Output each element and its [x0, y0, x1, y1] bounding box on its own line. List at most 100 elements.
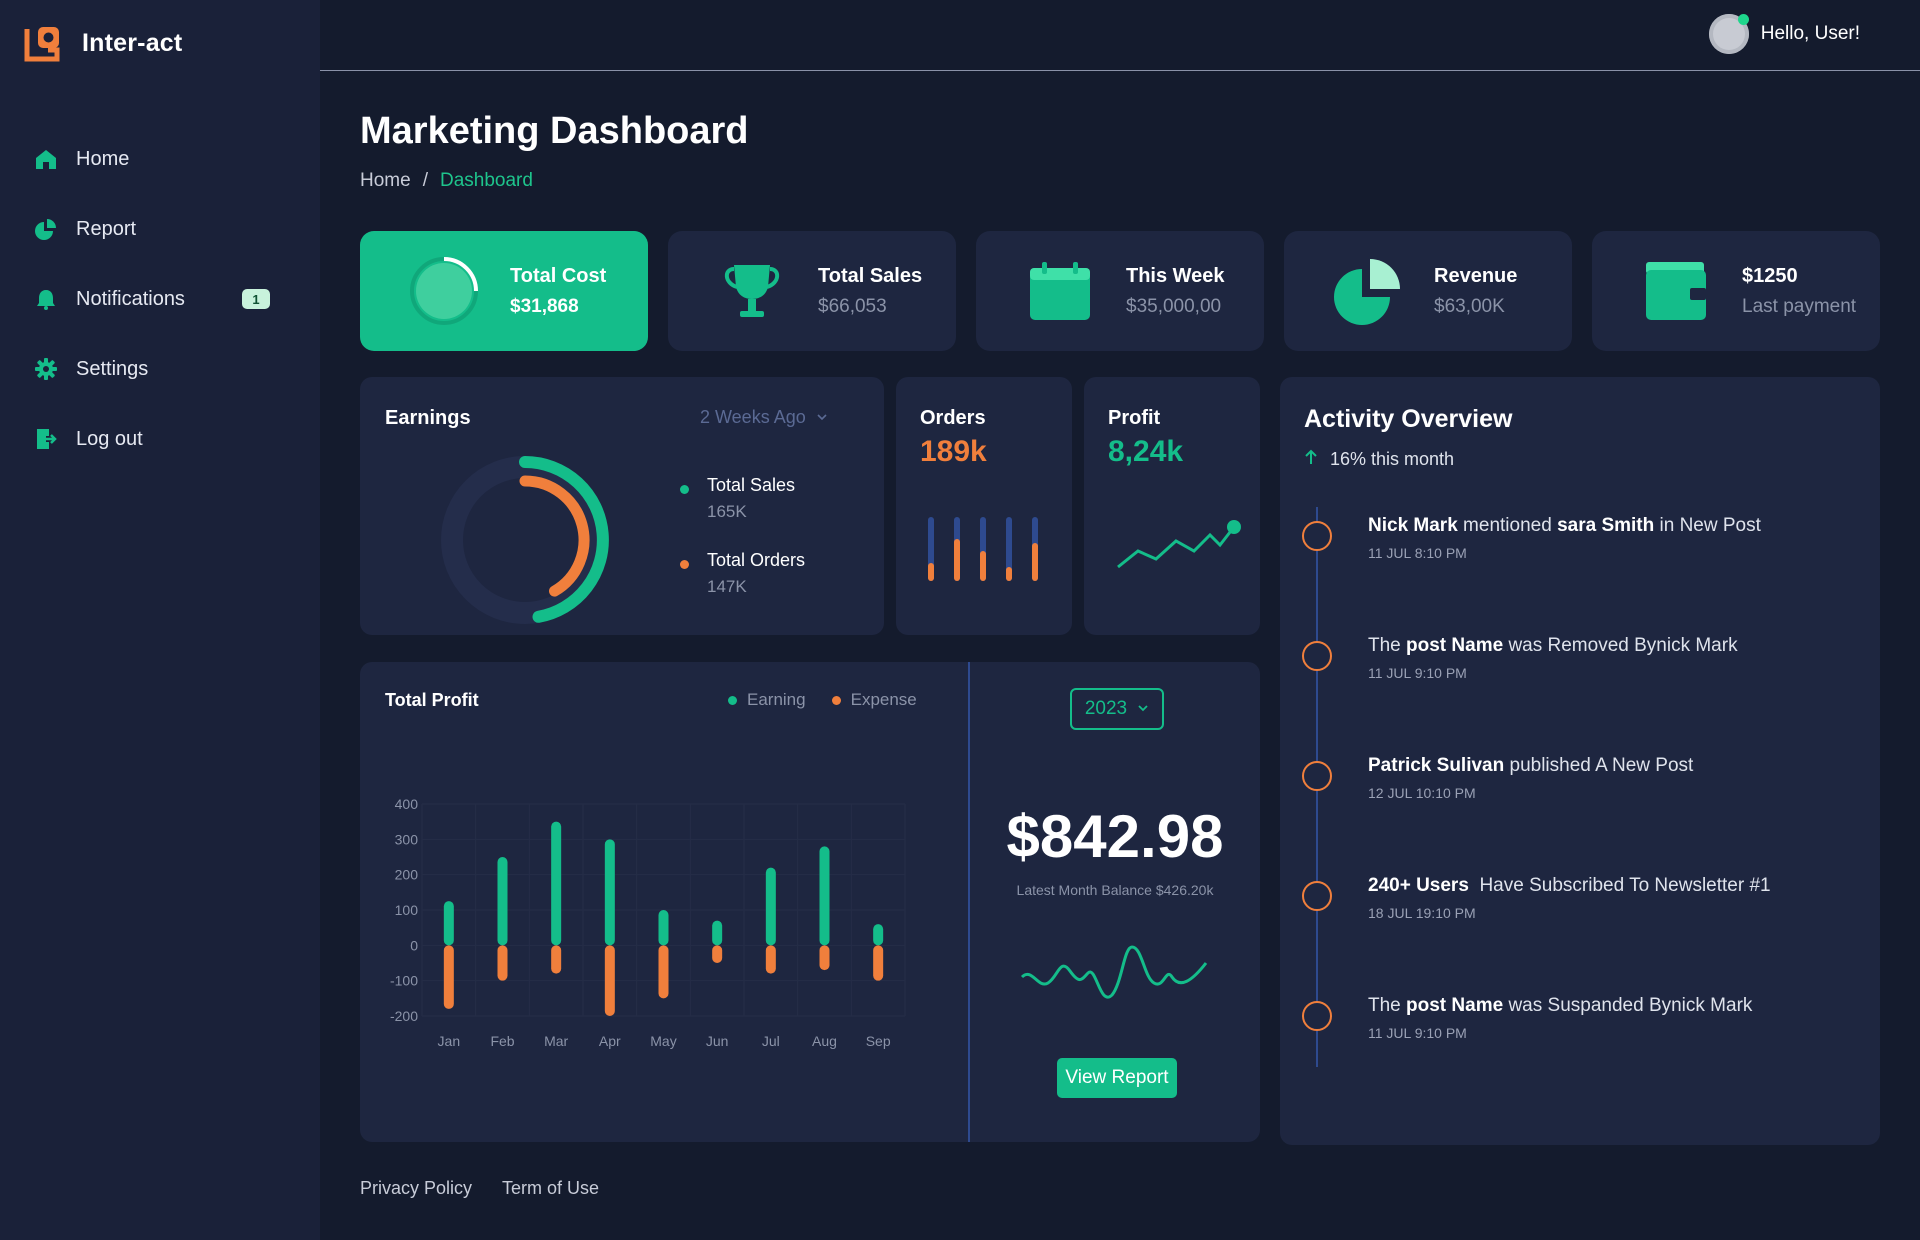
bar-expense-mar[interactable] — [551, 945, 562, 974]
bar-earning-jan[interactable] — [443, 901, 454, 946]
privacy-policy-link[interactable]: Privacy Policy — [360, 1178, 472, 1199]
stat-title: Revenue — [1434, 264, 1518, 287]
chevron-down-icon — [1137, 698, 1149, 720]
profit-title: Profit — [1108, 407, 1161, 429]
wallet-icon — [1636, 251, 1716, 331]
stat-title: Total Cost — [510, 264, 607, 287]
logo[interactable]: Inter-act — [24, 24, 182, 62]
x-tick-label: Apr — [599, 1033, 621, 1049]
breadcrumb-separator: / — [422, 170, 428, 191]
legend-total-orders: Total Orders 147K — [680, 550, 805, 597]
bar-expense-jul[interactable] — [765, 945, 776, 974]
stat-card-total-cost[interactable]: Total Cost $31,868 — [360, 231, 648, 351]
balance-value: $842.98 — [1006, 803, 1224, 870]
y-tick-label: 400 — [395, 796, 419, 812]
bar-expense-may[interactable] — [658, 945, 669, 999]
earnings-title: Earnings — [385, 407, 471, 429]
chart-legend: Earning Expense — [728, 690, 917, 710]
stat-card-last-payment[interactable]: $1250 Last payment — [1592, 231, 1880, 351]
bar-earning-mar[interactable] — [551, 821, 562, 946]
online-status-dot — [1737, 14, 1749, 25]
sidebar-item-settings[interactable]: Settings — [0, 334, 320, 404]
sidebar-item-logout[interactable]: Log out — [0, 404, 320, 474]
sidebar: Inter-act Home Report Notifications 1 Se… — [0, 0, 320, 1240]
chevron-down-icon — [816, 407, 828, 428]
activity-text: Nick Mark mentioned sara Smith in New Po… — [1368, 515, 1761, 536]
mini-bar — [954, 517, 960, 581]
stat-value: $35,000,00 — [1126, 295, 1222, 317]
logo-icon — [24, 27, 60, 62]
pie-chart-icon — [34, 217, 58, 241]
sidebar-item-notifications[interactable]: Notifications 1 — [0, 264, 320, 334]
year-value: 2023 — [1084, 698, 1128, 719]
activity-text: 240+ Users Have Subscribed To Newsletter… — [1368, 875, 1771, 896]
stat-value: Last payment — [1742, 295, 1857, 317]
legend-label: Total Orders — [707, 550, 806, 570]
activity-title: Activity Overview — [1304, 405, 1513, 433]
stat-card-this-week[interactable]: This Week $35,000,00 — [976, 231, 1264, 351]
terms-link[interactable]: Term of Use — [502, 1178, 599, 1199]
avatar[interactable] — [1708, 14, 1749, 54]
x-tick-label: Sep — [866, 1033, 891, 1049]
y-tick-label: 0 — [410, 937, 418, 953]
stat-title: This Week — [1126, 264, 1225, 287]
legend-dot — [728, 695, 737, 705]
pie-chart-icon — [1328, 251, 1408, 331]
y-tick-label: 300 — [395, 831, 419, 847]
trophy-icon — [712, 251, 792, 331]
period-value: 2 Weeks Ago — [700, 407, 806, 427]
profit-sparkline — [1117, 520, 1241, 569]
activity-text: The post Name was Suspanded Bynick Mark — [1368, 995, 1753, 1016]
user-menu[interactable]: Hello, User! — [1708, 14, 1860, 54]
bar-earning-jun[interactable] — [712, 920, 723, 946]
period-select[interactable]: 2 Weeks Ago — [700, 407, 828, 428]
x-tick-label: Mar — [544, 1033, 568, 1049]
timeline-marker — [1302, 881, 1332, 911]
legend-earning[interactable]: Earning — [728, 690, 806, 710]
bar-expense-aug[interactable] — [819, 945, 830, 971]
legend-label: Earning — [747, 690, 806, 709]
year-select[interactable]: 2023 — [1070, 688, 1164, 730]
panel-divider — [968, 662, 970, 1142]
bar-earning-may[interactable] — [658, 910, 669, 946]
legend-label: Total Sales — [707, 475, 796, 495]
sidebar-item-label: Notifications — [76, 287, 185, 310]
sidebar-item-home[interactable]: Home — [0, 124, 320, 194]
earnings-panel: Earnings 2 Weeks Ago Total Sales 165K To… — [360, 377, 884, 635]
activity-subtitle: 16% this month — [1304, 449, 1454, 470]
balance-section: 2023 $842.98 Latest Month Balance $426.2… — [970, 662, 1260, 1142]
user-greeting: Hello, User! — [1760, 23, 1860, 44]
mini-bar — [928, 517, 934, 581]
timeline-marker — [1302, 521, 1332, 551]
arrow-up-icon — [1304, 449, 1318, 470]
bar-earning-feb[interactable] — [497, 857, 508, 946]
sidebar-item-report[interactable]: Report — [0, 194, 320, 264]
balance-wave — [1020, 945, 1208, 999]
bar-expense-feb[interactable] — [497, 945, 508, 981]
legend-expense[interactable]: Expense — [831, 690, 917, 710]
stat-card-revenue[interactable]: Revenue $63,00K — [1284, 231, 1572, 351]
notification-badge: 1 — [242, 289, 270, 309]
activity-time: 12 JUL 10:10 PM — [1368, 785, 1476, 801]
bar-earning-sep[interactable] — [873, 924, 884, 946]
bar-expense-jun[interactable] — [712, 945, 723, 963]
earnings-donut — [441, 456, 609, 624]
calendar-icon — [1020, 251, 1100, 331]
bar-expense-sep[interactable] — [873, 945, 884, 981]
legend-label: Expense — [850, 690, 917, 709]
profit-value: 8,24k — [1108, 435, 1184, 468]
view-report-button[interactable]: View Report — [1057, 1058, 1177, 1098]
progress-ring-icon — [404, 251, 484, 331]
sidebar-item-label: Report — [76, 217, 137, 240]
orders-panel: Orders 189k — [896, 377, 1072, 635]
stat-value: $63,00K — [1434, 295, 1505, 317]
bar-expense-apr[interactable] — [604, 945, 615, 1016]
bar-earning-apr[interactable] — [604, 839, 615, 946]
bar-earning-aug[interactable] — [819, 846, 830, 946]
bar-earning-jul[interactable] — [765, 867, 776, 946]
total-profit-title: Total Profit — [385, 690, 479, 710]
bar-expense-jan[interactable] — [443, 945, 454, 1009]
y-tick-label: -100 — [390, 973, 418, 989]
breadcrumb-home[interactable]: Home — [360, 170, 411, 192]
stat-card-total-sales[interactable]: Total Sales $66,053 — [668, 231, 956, 351]
